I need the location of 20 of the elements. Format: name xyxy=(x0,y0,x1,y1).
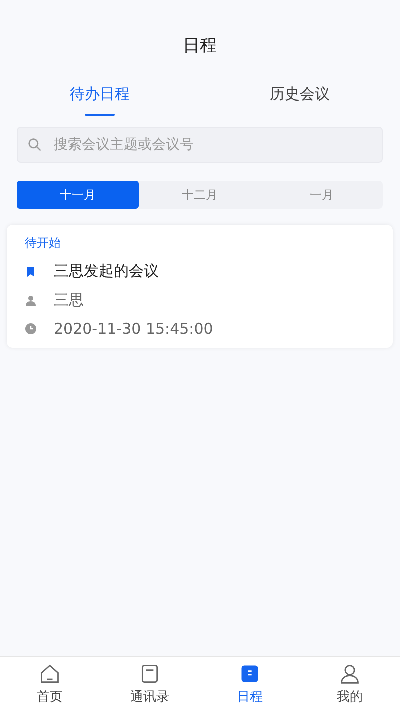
tab[interactable]: 历史会议 xyxy=(200,85,400,117)
tab[interactable]: 待办日程 xyxy=(0,85,200,117)
contacts-icon xyxy=(139,662,161,684)
meeting-status: 待开始 xyxy=(25,235,62,252)
meeting-card[interactable]: 待开始 三思发起的会议 三思 2020-11-30 15:45:00 xyxy=(7,225,393,348)
clock-icon xyxy=(25,323,37,335)
search-field[interactable]: 搜索会议主题或会议号 xyxy=(17,127,383,163)
meeting-title: 三思发起的会议 xyxy=(54,262,159,281)
meeting-host: 三思 xyxy=(54,291,84,310)
page-title: 日程 xyxy=(183,35,217,57)
nav-item[interactable]: 首页 xyxy=(0,657,100,711)
month-tab[interactable]: 十一月 xyxy=(17,181,139,209)
person-icon xyxy=(339,662,361,684)
nav-item[interactable]: 我的 xyxy=(300,657,400,711)
bookmark-icon xyxy=(25,264,37,278)
nav-item[interactable]: 日程 xyxy=(200,657,300,711)
person-icon xyxy=(25,294,37,306)
home-icon xyxy=(39,662,61,684)
meeting-time: 2020-11-30 15:45:00 xyxy=(54,320,214,338)
nav-item[interactable]: 通讯录 xyxy=(100,657,200,711)
